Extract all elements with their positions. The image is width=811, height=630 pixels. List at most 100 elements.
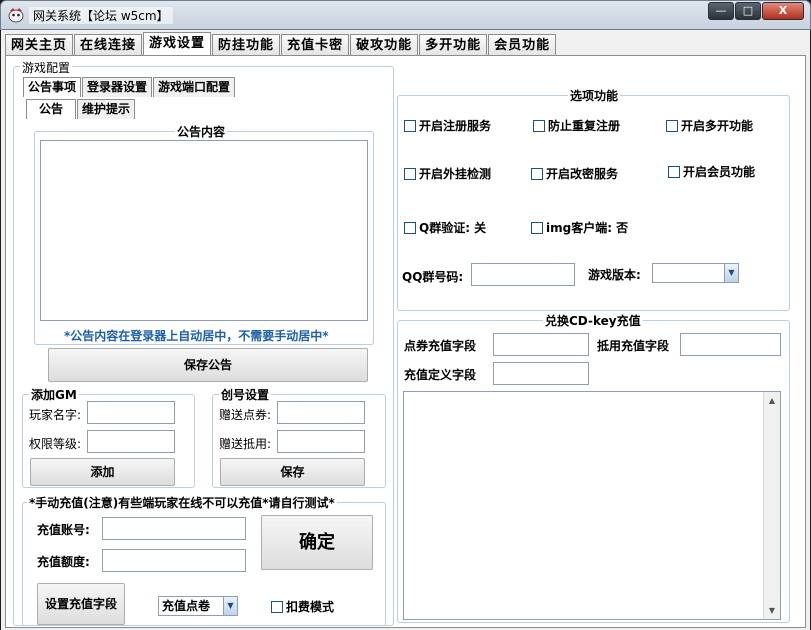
cdkey-recharge-group: 兑换CD-key充值 点券充值字段 抵用充值字段 充值定义字段 ▲ ▼ [397,312,790,623]
scroll-down-icon[interactable]: ▼ [764,602,780,619]
main-tab-strip: 网关主页 在线连接 游戏设置 防挂功能 充值卡密 破攻功能 多开功能 会员功能 [5,32,557,56]
cdkey-scrollbar[interactable]: ▲ ▼ [763,392,780,619]
manual-recharge-title: *手动充值(注意)有些端玩家在线不可以充值*请自行测试* [27,494,337,511]
save-notice-button[interactable]: 保存公告 [48,348,368,382]
prevent-duplicate-registration-checkbox[interactable]: 防止重复注册 [533,117,620,134]
recharge-account-label: 充值账号: [37,523,90,537]
gift-credit-input[interactable] [277,430,365,453]
cdkey-textarea[interactable]: ▲ ▼ [403,391,781,620]
notice-textarea[interactable] [40,140,368,321]
add-gm-group: 添加GM 玩家名字: 权限等级: 添加 [22,386,195,488]
chevron-down-icon: ▼ [724,264,738,282]
tab-multi-open[interactable]: 多开功能 [419,34,488,56]
cdkey-title: 兑换CD-key充值 [543,312,643,329]
tab-online-connections[interactable]: 在线连接 [74,34,143,56]
permission-level-input[interactable] [87,430,175,453]
tab-notice-items[interactable]: 公告事项 [23,77,82,97]
save-create-settings-button[interactable]: 保存 [220,458,365,486]
checkbox-box [531,221,543,234]
player-name-label: 玩家名字: [29,408,82,422]
notice-content-title: 公告内容 [175,123,228,140]
manual-recharge-group: *手动充值(注意)有些端玩家在线不可以充值*请自行测试* 充值账号: 充值额度:… [22,494,386,626]
checkbox-box [404,167,416,180]
checkbox-box [404,119,416,132]
enable-registration-checkbox[interactable]: 开启注册服务 [404,117,491,134]
tab-anti-cheat[interactable]: 防挂功能 [212,34,281,56]
game-settings-panel: 游戏配置 公告事项 登录器设置 游戏端口配置 公告 维护提示 公告内容 *公告内… [5,55,806,628]
checkbox-box [668,165,680,178]
qq-group-verify-checkbox[interactable]: Q群验证: 关 [404,219,486,236]
notice-content-group: 公告内容 *公告内容在登录器上自动居中，不需要手动居中* [34,123,374,345]
tab-gateway-home[interactable]: 网关主页 [5,34,74,56]
minimize-button[interactable]: — [708,2,734,20]
gift-points-input[interactable] [277,401,365,424]
enable-membership-checkbox[interactable]: 开启会员功能 [668,163,755,180]
tab-launcher-settings[interactable]: 登录器设置 [82,77,153,97]
notice-hint: *公告内容在登录器上自动居中，不需要手动居中* [64,329,329,343]
checkbox-box [533,119,545,132]
client-area: 网关主页 在线连接 游戏设置 防挂功能 充值卡密 破攻功能 多开功能 会员功能 … [1,30,810,630]
permission-level-label: 权限等级: [29,437,82,451]
options-title: 选项功能 [568,87,621,104]
tab-game-settings[interactable]: 游戏设置 [143,32,212,56]
tab-game-port-config[interactable]: 游戏端口配置 [153,77,236,97]
add-gm-button[interactable]: 添加 [30,458,175,486]
options-group: 选项功能 开启注册服务 防止重复注册 开启多开功能 开启外挂检测 开启改密服务 … [397,87,790,311]
game-config-group: 游戏配置 公告事项 登录器设置 游戏端口配置 公告 维护提示 公告内容 *公告内… [13,59,394,626]
game-version-select[interactable]: ▼ [652,263,739,283]
chevron-down-icon: ▼ [223,597,237,615]
qq-group-verify-label: Q群验证: 关 [419,221,487,235]
maximize-button[interactable]: □ [735,2,761,20]
points-field-label: 点券充值字段 [404,339,477,353]
window-title: 网关系统【论坛 w5cm】 [29,7,173,24]
qq-group-label: QQ群号码: [402,270,464,284]
custom-field-input[interactable] [493,362,589,385]
enable-password-change-checkbox[interactable]: 开启改密服务 [531,165,618,182]
enable-cheat-detection-checkbox[interactable]: 开启外挂检测 [404,165,491,182]
confirm-recharge-button[interactable]: 确定 [261,515,373,570]
enable-password-change-label: 开启改密服务 [546,167,619,181]
recharge-amount-input[interactable] [102,549,246,572]
recharge-type-value: 充值点卷 [162,599,211,613]
deduct-mode-label: 扣费模式 [286,600,335,614]
checkbox-box [271,600,283,613]
gift-credit-label: 赠送抵用: [219,437,272,451]
game-version-label: 游戏版本: [588,268,641,282]
qq-group-input[interactable] [471,263,575,286]
img-client-label: img客户端: 否 [546,221,629,235]
add-gm-title: 添加GM [29,386,79,403]
prevent-duplicate-label: 防止重复注册 [548,119,621,133]
checkbox-box [531,167,543,180]
checkbox-box [404,221,416,234]
tab-break-attack[interactable]: 破攻功能 [350,34,419,56]
close-button[interactable]: X [762,2,804,20]
player-name-input[interactable] [87,401,175,424]
gift-points-label: 赠送点券: [219,408,272,422]
credit-field-label: 抵用充值字段 [597,339,670,353]
enable-registration-label: 开启注册服务 [419,119,492,133]
title-bar[interactable]: 网关系统【论坛 w5cm】 — □ X [0,0,811,30]
enable-multi-open-label: 开启多开功能 [681,119,754,133]
enable-membership-label: 开启会员功能 [683,165,756,179]
scroll-up-icon[interactable]: ▲ [764,392,780,409]
tab-membership[interactable]: 会员功能 [488,34,557,56]
deduct-mode-checkbox[interactable]: 扣费模式 [271,598,334,615]
enable-multi-open-checkbox[interactable]: 开启多开功能 [666,117,753,134]
recharge-account-input[interactable] [102,517,246,540]
create-account-title: 创号设置 [219,386,272,403]
credit-field-input[interactable] [680,333,781,356]
recharge-type-select[interactable]: 充值点卷 ▼ [158,596,238,616]
create-account-group: 创号设置 赠送点券: 赠送抵用: 保存 [212,386,386,488]
custom-field-label: 充值定义字段 [404,368,477,382]
set-recharge-field-button[interactable]: 设置充值字段 [37,583,125,625]
game-config-title: 游戏配置 [20,59,73,76]
img-client-checkbox[interactable]: img客户端: 否 [531,219,628,236]
app-window: 网关系统【论坛 w5cm】 — □ X 网关主页 在线连接 游戏设置 防挂功能 … [0,0,811,630]
tab-maintenance-tip[interactable]: 维护提示 [77,99,136,119]
points-field-input[interactable] [493,333,589,356]
checkbox-box [666,119,678,132]
enable-cheat-detection-label: 开启外挂检测 [419,167,492,181]
tab-recharge-cards[interactable]: 充值卡密 [281,34,350,56]
recharge-amount-label: 充值额度: [37,555,90,569]
tab-notice[interactable]: 公告 [26,99,77,119]
